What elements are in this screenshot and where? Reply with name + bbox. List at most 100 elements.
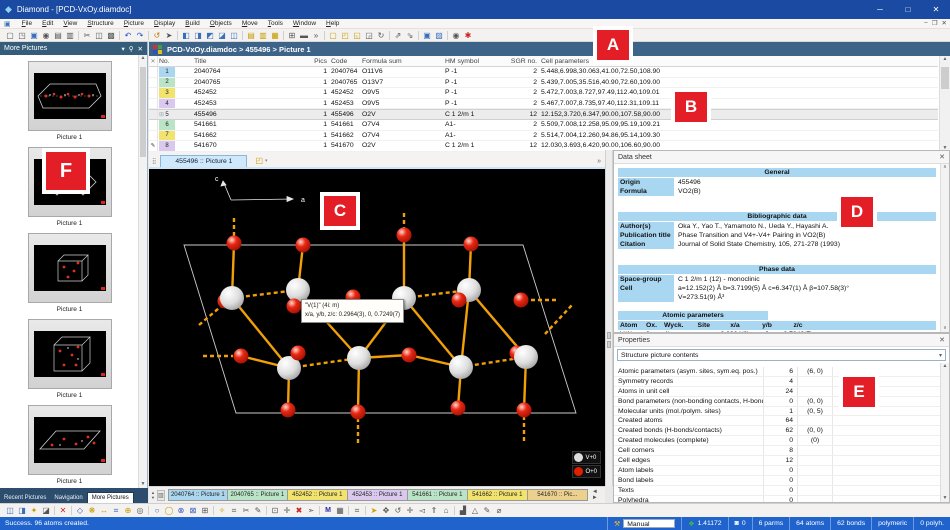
data-sheet-close-icon[interactable]: ✕ xyxy=(939,153,945,161)
toolbar-icon[interactable]: ➤ xyxy=(163,30,175,41)
toolbar-icon[interactable]: ⇗ xyxy=(392,30,404,41)
toolbar-icon[interactable]: » xyxy=(310,30,322,41)
structure-canvas[interactable]: c a "V(1)" (4i: m) x/a, y/b, z/c: 0.2964… xyxy=(149,169,605,486)
property-row[interactable]: Atomic parameters (asym. sites, sym.eq. … xyxy=(614,367,940,377)
oxygen-atom[interactable] xyxy=(452,293,467,308)
toolbar-icon[interactable]: ✱ xyxy=(462,30,474,41)
oxygen-atom[interactable] xyxy=(397,228,412,243)
menu-item[interactable]: View xyxy=(58,20,82,27)
table-row[interactable]: ⊞ 3 452452 1 452452 O9V5 P -1 2 5.472,7.… xyxy=(149,88,938,99)
oxygen-atom[interactable] xyxy=(451,401,466,416)
tab-dropdown-icon[interactable]: ▾ xyxy=(263,158,270,167)
column-header-pics[interactable]: Pics xyxy=(309,56,327,66)
table-close-icon[interactable]: ✕ xyxy=(149,56,158,66)
oxygen-atom[interactable] xyxy=(514,293,529,308)
toolbar-icon[interactable]: ⌗ xyxy=(351,505,363,516)
toolbar-icon[interactable]: ✛ xyxy=(281,505,293,516)
toolbar-icon[interactable]: ⌗ xyxy=(228,505,240,516)
tab-overflow-icon[interactable]: » xyxy=(597,158,601,165)
vanadium-atom[interactable] xyxy=(220,286,244,310)
toolbar-icon[interactable]: ◫ xyxy=(4,505,16,516)
toolbar-icon[interactable]: ▣ xyxy=(28,30,40,41)
toolbar-icon[interactable]: ✎ xyxy=(252,505,264,516)
toolbar-icon[interactable]: ⌗ xyxy=(110,505,122,516)
oxygen-atom[interactable] xyxy=(517,403,532,418)
toolbar-icon[interactable]: ◪ xyxy=(40,505,52,516)
menu-item[interactable]: Edit xyxy=(37,20,58,27)
column-header-sgr-no[interactable]: SGR no. xyxy=(507,56,537,66)
menu-item[interactable]: Picture xyxy=(119,20,149,27)
toolbar-icon[interactable]: ▬ xyxy=(298,30,310,41)
property-row[interactable]: Cell corners 8 xyxy=(614,446,940,456)
picture-tab[interactable]: 452453 :: Picture 1 xyxy=(348,489,408,501)
panel-tab[interactable]: Navigation xyxy=(50,493,86,503)
vanadium-atom[interactable] xyxy=(347,346,371,370)
oxygen-atom[interactable] xyxy=(291,346,306,361)
toolbar-icon[interactable]: ↻ xyxy=(375,30,387,41)
oxygen-atom[interactable] xyxy=(402,348,417,363)
tab-scroll-arrows[interactable]: ◄ ► xyxy=(592,489,605,501)
menu-item[interactable]: Build xyxy=(180,20,204,27)
menu-item[interactable]: Tools xyxy=(263,20,288,27)
toolbar-icon[interactable]: ◇ xyxy=(74,505,86,516)
thumbnail-scrollbar[interactable]: ▲▼ xyxy=(138,55,147,488)
toolbar-icon[interactable]: ◩ xyxy=(204,30,216,41)
toolbar-icon[interactable]: ✦ xyxy=(28,505,40,516)
table-row[interactable]: ⊞ 5 455496 1 455496 O2V C 1 2/m 1 12 12.… xyxy=(149,109,938,120)
minimize-button[interactable]: ─ xyxy=(866,0,894,19)
property-row[interactable]: Bond labels 0 xyxy=(614,476,940,486)
picture-tab[interactable]: 541661 :: Picture 1 xyxy=(408,489,468,501)
toolbar-icon[interactable]: ▤ xyxy=(52,30,64,41)
panel-tab[interactable]: More Pictures xyxy=(87,492,134,503)
column-header-no[interactable]: No. xyxy=(159,56,193,66)
chevron-down-icon[interactable]: ▾ xyxy=(122,45,125,53)
toolbar-icon[interactable]: ▥ xyxy=(257,30,269,41)
toolbar-icon[interactable]: ✕ xyxy=(57,505,69,516)
tab-list-button[interactable]: ▥ xyxy=(157,490,165,501)
toolbar-icon[interactable]: ▢ xyxy=(4,30,16,41)
mdi-minimize-button[interactable]: – xyxy=(924,19,928,27)
pin-icon[interactable]: ⚲ xyxy=(129,45,134,53)
maximize-button[interactable]: □ xyxy=(894,0,922,19)
column-header-code[interactable]: Code xyxy=(331,56,361,66)
property-row[interactable]: Atoms in unit cell 24 xyxy=(614,387,940,397)
menu-item[interactable]: File xyxy=(17,20,38,27)
oxygen-atom[interactable] xyxy=(227,236,242,251)
toolbar-icon[interactable]: ⊡ xyxy=(269,505,281,516)
column-header-formula-sum[interactable]: Formula sum xyxy=(362,56,442,66)
toolbar-icon[interactable]: ✂ xyxy=(240,505,252,516)
toolbar-icon[interactable]: ▩ xyxy=(105,30,117,41)
property-row[interactable]: Bond parameters (non-bonding contacts, H… xyxy=(614,397,940,407)
toolbar-icon[interactable]: ◧ xyxy=(180,30,192,41)
close-button[interactable]: ✕ xyxy=(922,0,950,19)
picture-tab[interactable]: 541662 :: Picture 1 xyxy=(468,489,528,501)
toolbar-icon[interactable]: ✂ xyxy=(81,30,93,41)
toolbar-icon[interactable]: ⌀ xyxy=(493,505,505,516)
toolbar-icon[interactable]: ⊕ xyxy=(122,505,134,516)
panel-tab[interactable]: Recent Pictures xyxy=(0,493,50,503)
picture-thumbnail[interactable]: Picture 1 xyxy=(0,233,139,313)
toolbar-icon[interactable]: M xyxy=(322,505,334,516)
property-row[interactable]: Molecular units (mol./polym. sites) 1 (0… xyxy=(614,407,940,417)
toolbar-icon[interactable]: ↔ xyxy=(98,505,110,516)
toolbar-icon[interactable]: ◱ xyxy=(351,30,363,41)
toolbar-icon[interactable]: ◉ xyxy=(40,30,52,41)
mode-field[interactable]: Manual xyxy=(623,519,675,528)
data-sheet-scrollbar[interactable]: ∧∨ xyxy=(940,164,949,332)
oxygen-atom[interactable] xyxy=(464,237,479,252)
picture-thumbnail[interactable]: Picture 1 xyxy=(0,405,139,485)
table-row[interactable]: ⊞ 6 541661 1 541661 O7V4 A1- 2 5.509,7.0… xyxy=(149,120,938,131)
property-row[interactable]: Polyhedra 0 xyxy=(614,496,940,502)
mdi-restore-button[interactable]: ❐ xyxy=(932,19,938,27)
toolbar-icon[interactable]: ◨ xyxy=(192,30,204,41)
menu-item[interactable]: Objects xyxy=(205,20,237,27)
oxygen-atom[interactable] xyxy=(234,349,249,364)
toolbar-icon[interactable]: ▤ xyxy=(245,30,257,41)
toolbar-icon[interactable]: ▦ xyxy=(269,30,281,41)
column-header-title[interactable]: Title xyxy=(194,56,309,66)
mdi-close-button[interactable]: ✕ xyxy=(942,19,947,27)
property-row[interactable]: Cell edges 12 xyxy=(614,456,940,466)
picture-tab[interactable]: 2040765 :: Picture 1 xyxy=(228,489,288,501)
property-row[interactable]: Created atoms 64 xyxy=(614,416,940,426)
toolbar-icon[interactable]: ✥ xyxy=(380,505,392,516)
